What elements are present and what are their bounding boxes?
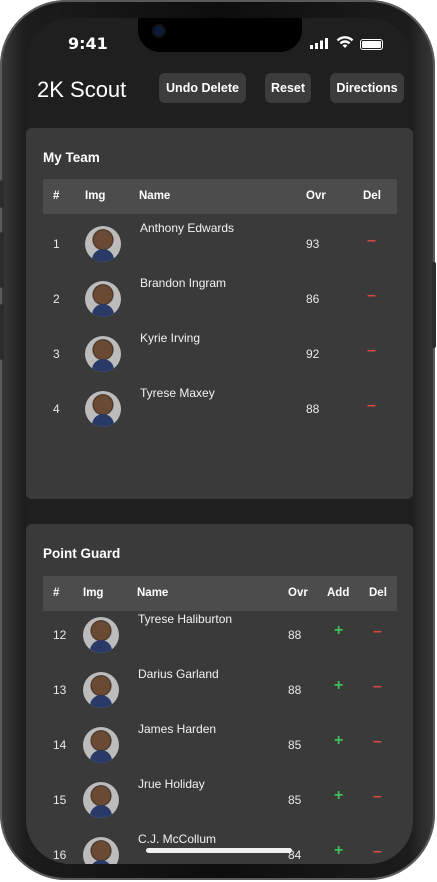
home-indicator[interactable]: [146, 848, 292, 853]
camera-icon: [154, 26, 164, 36]
player-name: Tyrese Maxey: [140, 386, 215, 400]
table-row: 1 Anthony Edwards 93 –: [43, 216, 397, 271]
my-team-table-header: # Img Name Ovr Del: [43, 179, 397, 214]
player-avatar: [85, 391, 121, 427]
row-number: 16: [53, 848, 67, 862]
player-name: James Harden: [138, 722, 217, 736]
reset-button[interactable]: Reset: [265, 73, 311, 103]
col-number: #: [53, 587, 60, 599]
player-ovr: 88: [288, 683, 302, 697]
player-avatar: [83, 727, 119, 763]
delete-button[interactable]: –: [367, 232, 376, 250]
add-button[interactable]: +: [334, 732, 343, 750]
col-del: Del: [363, 190, 381, 202]
add-button[interactable]: +: [334, 622, 343, 640]
status-time: 9:41: [68, 34, 108, 53]
player-ovr: 92: [306, 347, 320, 361]
col-add: Add: [327, 587, 350, 599]
col-image: Img: [85, 190, 106, 202]
player-name: Kyrie Irving: [140, 331, 201, 345]
player-ovr: 85: [288, 793, 302, 807]
row-number: 1: [53, 237, 60, 251]
add-button[interactable]: +: [334, 677, 343, 695]
row-number: 3: [53, 347, 60, 361]
dynamic-island: [138, 18, 302, 52]
mute-switch: [0, 180, 4, 208]
col-name: Name: [139, 190, 171, 202]
delete-button[interactable]: –: [373, 843, 382, 861]
player-avatar: [85, 226, 121, 262]
point-guard-title: Point Guard: [43, 546, 121, 561]
point-guard-table-header: # Img Name Ovr Add Del: [43, 576, 397, 611]
app-title: 2K Scout: [37, 77, 127, 102]
row-number: 12: [53, 628, 67, 642]
col-name: Name: [137, 587, 169, 599]
my-team-card: My Team # Img Name Ovr Del 1 Anthony Edw…: [26, 128, 413, 499]
delete-button[interactable]: –: [373, 623, 382, 641]
col-image: Img: [83, 587, 104, 599]
battery-icon: [360, 39, 383, 50]
player-ovr: 88: [306, 402, 320, 416]
my-team-title: My Team: [43, 150, 100, 165]
table-row: 2 Brandon Ingram 86 –: [43, 271, 397, 326]
delete-button[interactable]: –: [367, 287, 376, 305]
volume-down-button: [0, 304, 4, 360]
add-button[interactable]: +: [334, 787, 343, 805]
signal-icon: [310, 38, 328, 49]
delete-button[interactable]: –: [373, 733, 382, 751]
wifi-icon: [336, 36, 354, 48]
player-avatar: [85, 336, 121, 372]
player-ovr: 86: [306, 292, 320, 306]
delete-button[interactable]: –: [373, 678, 382, 696]
table-row: 15 Jrue Holiday 85 + –: [43, 772, 397, 827]
phone-screen: 9:41 2K Scout Undo Delete Reset Directio…: [26, 18, 413, 864]
player-name: Tyrese Haliburton: [138, 612, 233, 626]
delete-button[interactable]: –: [373, 788, 382, 806]
col-del: Del: [369, 587, 387, 599]
table-row: 4 Tyrese Maxey 88 –: [43, 381, 397, 436]
undo-delete-button[interactable]: Undo Delete: [159, 73, 246, 103]
row-number: 14: [53, 738, 67, 752]
player-avatar: [83, 782, 119, 818]
table-row: 16 C.J. McCollum 84 + –: [43, 827, 397, 864]
delete-button[interactable]: –: [367, 342, 376, 360]
status-bar: 9:41: [26, 18, 413, 68]
player-name: Anthony Edwards: [140, 221, 235, 235]
table-row: 12 Tyrese Haliburton 88 + –: [43, 607, 397, 662]
directions-button[interactable]: Directions: [330, 73, 404, 103]
row-number: 15: [53, 793, 67, 807]
player-name: C.J. McCollum: [138, 832, 217, 846]
player-name: Darius Garland: [138, 667, 219, 681]
row-number: 13: [53, 683, 67, 697]
col-ovr: Ovr: [306, 190, 326, 202]
row-number: 2: [53, 292, 60, 306]
player-avatar: [83, 837, 119, 864]
player-ovr: 88: [288, 628, 302, 642]
power-button: [432, 262, 436, 348]
player-avatar: [83, 617, 119, 653]
player-name: Brandon Ingram: [140, 276, 227, 290]
point-guard-card: Point Guard # Img Name Ovr Add Del 12 Ty…: [26, 524, 413, 864]
row-number: 4: [53, 402, 60, 416]
player-name: Jrue Holiday: [138, 777, 205, 791]
col-ovr: Ovr: [288, 587, 308, 599]
volume-up-button: [0, 232, 4, 288]
player-avatar: [83, 672, 119, 708]
add-button[interactable]: +: [334, 842, 343, 860]
player-ovr: 93: [306, 237, 320, 251]
table-row: 3 Kyrie Irving 92 –: [43, 326, 397, 381]
table-row: 13 Darius Garland 88 + –: [43, 662, 397, 717]
delete-button[interactable]: –: [367, 397, 376, 415]
player-ovr: 85: [288, 738, 302, 752]
player-avatar: [85, 281, 121, 317]
table-row: 14 James Harden 85 + –: [43, 717, 397, 772]
col-number: #: [53, 190, 60, 202]
